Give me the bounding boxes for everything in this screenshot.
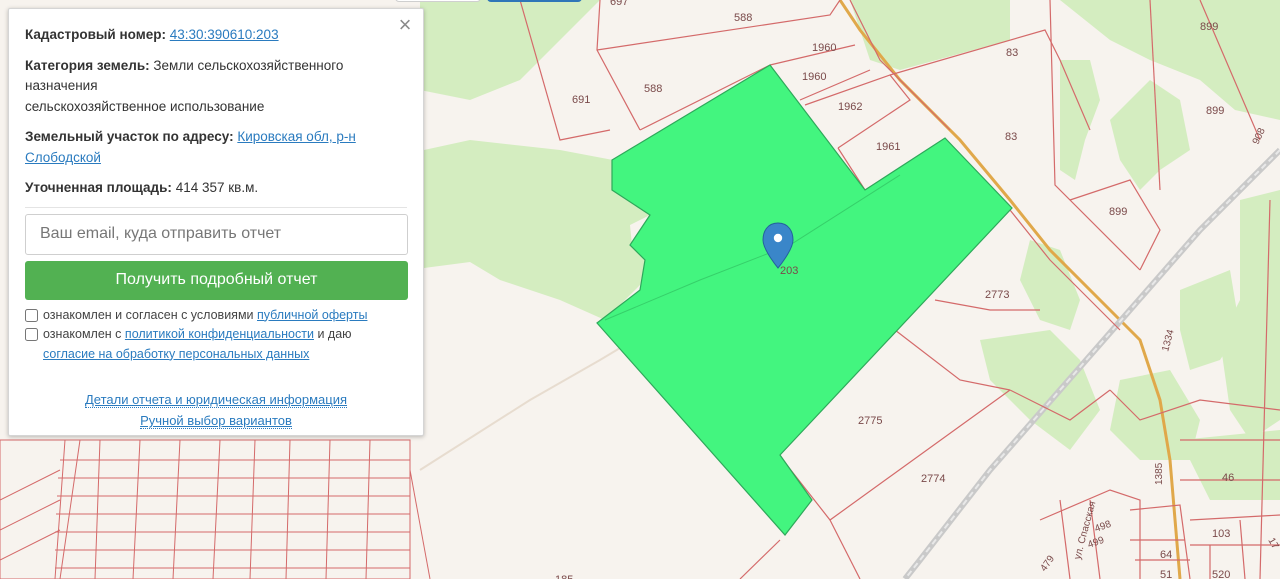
svg-text:697: 697 (610, 0, 628, 8)
get-report-button[interactable]: Получить подробный отчет (25, 260, 408, 300)
svg-text:1960: 1960 (802, 71, 826, 83)
close-icon[interactable]: × (395, 14, 415, 36)
offer-consent-row: ознакомлен и согласен с условиями публич… (25, 306, 407, 326)
area-value: 414 357 кв.м. (175, 180, 259, 195)
area-label: Уточненная площадь: (25, 180, 172, 195)
svg-text:588: 588 (644, 83, 662, 95)
svg-text:520: 520 (1212, 569, 1230, 579)
svg-text:51: 51 (1160, 569, 1172, 579)
svg-text:899: 899 (1109, 206, 1127, 218)
manual-selection-link[interactable]: Ручной выбор вариантов (140, 413, 292, 429)
svg-text:64: 64 (1160, 549, 1172, 561)
svg-text:203: 203 (780, 265, 798, 277)
svg-text:691: 691 (572, 94, 590, 106)
divider (25, 206, 407, 208)
land-usage-value: сельскохозяйственное использование (25, 98, 265, 114)
offer-consent-checkbox[interactable] (25, 308, 38, 322)
svg-text:185: 185 (555, 574, 573, 579)
svg-text:899: 899 (1200, 21, 1218, 33)
personal-data-consent-link[interactable]: согласие на обработку персональных данны… (43, 347, 309, 361)
svg-text:83: 83 (1005, 131, 1017, 143)
cadastral-number-link[interactable]: 43:30:390610:203 (170, 27, 279, 42)
toolbar-input-stub[interactable] (395, 0, 481, 2)
email-field[interactable] (25, 213, 408, 255)
address-row: Земельный участок по адресу: Кировская о… (25, 127, 407, 168)
public-offer-link[interactable]: публичной оферты (257, 308, 367, 322)
svg-text:588: 588 (734, 12, 752, 24)
svg-text:2773: 2773 (985, 289, 1009, 301)
area-row: Уточненная площадь: 414 357 кв.м. (25, 178, 407, 199)
svg-text:83: 83 (1006, 47, 1018, 59)
svg-text:1961: 1961 (876, 141, 900, 153)
bottom-links: Детали отчета и юридическая информация Р… (25, 389, 407, 431)
toolbar-button-stub[interactable] (487, 0, 582, 2)
cadastral-number-label: Кадастровый номер: (25, 27, 166, 42)
land-category-row: Категория земель: Земли сельскохозяйстве… (25, 56, 407, 118)
report-details-link[interactable]: Детали отчета и юридическая информация (84, 392, 348, 408)
cadastral-number-row: Кадастровый номер: 43:30:390610:203 (25, 25, 407, 46)
privacy-consent-row: ознакомлен с политикой конфиденциальност… (25, 325, 407, 364)
privacy-consent-label: ознакомлен с политикой конфиденциальност… (43, 327, 352, 361)
offer-consent-label: ознакомлен и согласен с условиями публич… (43, 307, 368, 322)
privacy-consent-checkbox[interactable] (25, 328, 38, 341)
svg-text:899: 899 (1206, 105, 1224, 117)
cadastral-info-panel: × Кадастровый номер: 43:30:390610:203 Ка… (8, 8, 424, 436)
address-label: Земельный участок по адресу: (25, 129, 234, 144)
svg-text:46: 46 (1222, 472, 1234, 484)
svg-text:1962: 1962 (838, 101, 862, 113)
svg-text:2774: 2774 (921, 473, 945, 485)
svg-text:1960: 1960 (812, 42, 836, 54)
privacy-policy-link[interactable]: политикой конфиденциальности (125, 327, 314, 341)
svg-text:1385: 1385 (1154, 462, 1165, 485)
svg-text:2775: 2775 (858, 415, 882, 427)
svg-text:103: 103 (1212, 528, 1230, 540)
land-category-label: Категория земель: (25, 57, 150, 73)
